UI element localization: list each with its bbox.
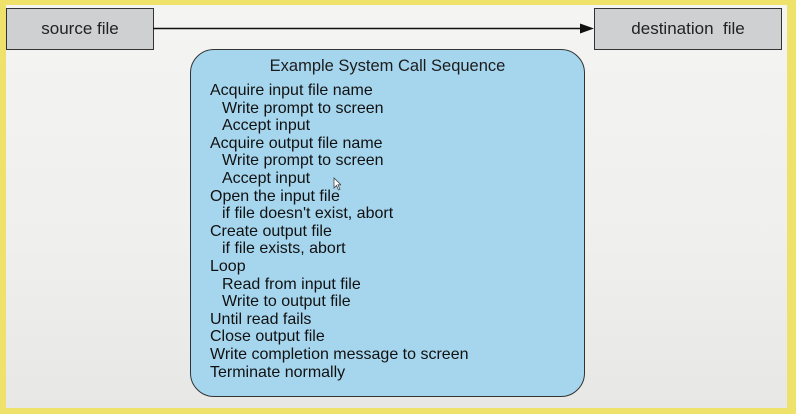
- sequence-step: Create output file: [210, 222, 332, 240]
- destination-file-box: destination file: [594, 8, 782, 50]
- slide: source file destination file Example Sys…: [6, 5, 787, 408]
- sequence-step: Write prompt to screen: [222, 152, 384, 170]
- sequence-step: Terminate normally: [210, 363, 346, 381]
- sequence-step: Write completion message to screen: [210, 345, 469, 363]
- sequence-step: Accept input: [222, 117, 311, 135]
- mouse-cursor-icon: [333, 177, 341, 191]
- sequence-step: Acquire output file name: [210, 134, 383, 152]
- sequence-step: if file exists, abort: [222, 240, 346, 258]
- sequence-step: Loop: [210, 257, 246, 275]
- sequence-title: Example System Call Sequence: [269, 57, 506, 75]
- flow-arrow: [153, 23, 594, 34]
- sequence-step: Acquire input file name: [210, 82, 373, 99]
- sequence-step: Read from input file: [222, 275, 361, 293]
- sequence-step-list: Acquire input file name Write prompt to s…: [210, 82, 468, 381]
- sequence-step: Until read fails: [210, 310, 312, 328]
- sequence-step: Close output file: [210, 328, 325, 346]
- system-call-sequence-panel: Example System Call Sequence Acquire inp…: [190, 49, 585, 397]
- sequence-step: Write to output file: [222, 293, 351, 311]
- sequence-step: if file doesn't exist, abort: [222, 205, 394, 223]
- sequence-step: Write prompt to screen: [222, 99, 384, 117]
- source-file-box: source file: [6, 8, 154, 50]
